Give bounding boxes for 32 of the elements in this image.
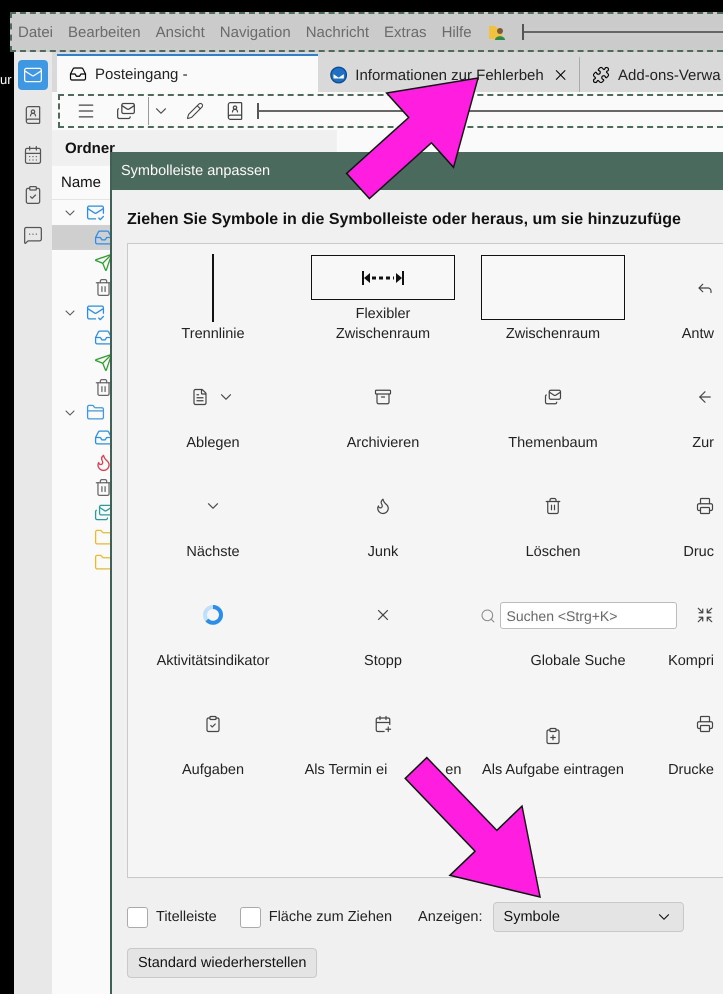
tab-title: Posteingang - [95,66,189,82]
item-label: Themenbaum [508,434,598,453]
cut-off-text: ur [0,72,13,87]
item-label: Als Aufgabe eintragen [482,761,624,780]
item-label: Zwischenraum [506,325,600,344]
item-label: Antw [682,325,714,344]
item-label: Flexibler Zwischenraum [334,305,432,344]
dialog-title: Symbolleiste anpassen [121,163,270,179]
item-label: en [445,761,462,780]
column-header: Name [61,174,102,191]
item-label: Nächste [186,543,240,562]
checkbox-label: Titelleiste [156,909,217,925]
item-label: Junk [368,543,398,562]
item-label: Als Termin ei [304,761,388,780]
checkbox-label: Fläche zum Ziehen [268,909,392,925]
item-label: Stopp [364,652,402,671]
item-label: Aktivitätsindikator [156,652,270,671]
show-label: Anzeigen: [418,909,483,925]
dialog-heading: Ziehen Sie Symbole in die Symbolleiste oder heraus, um sie hinzuzufüge [127,210,682,230]
item-label: Löschen [526,543,580,562]
item-label: Aufgaben [182,761,244,780]
item-label: Drucke [668,761,714,780]
item-label: Kompri [668,652,714,671]
item-label: Ablegen [186,434,240,453]
tab-title: Add-ons-Verwa [618,66,722,84]
item-label: Zur [692,434,714,453]
item-label: Globale Suche [530,652,626,671]
tab-title: Informationen zur Fehlerbeh [355,66,544,84]
item-label: Trennlinie [181,325,245,344]
pane-title: Ordner [65,140,116,156]
item-label: Archivieren [346,434,420,453]
item-label: Druc [683,543,714,562]
